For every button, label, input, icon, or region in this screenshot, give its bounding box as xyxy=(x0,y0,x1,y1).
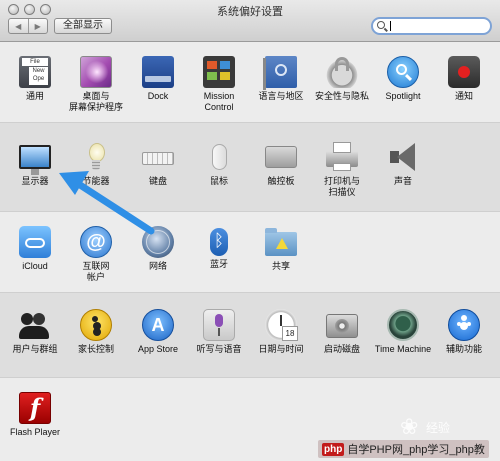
pref-label: App Store xyxy=(137,344,179,354)
system-preferences-window: 系统偏好设置 ◀ ▶ 全部显示 通用 桌面与 屏幕保护程序 Dock Missi… xyxy=(0,0,500,461)
general-icon xyxy=(19,56,51,88)
dictation-speech-icon xyxy=(203,309,235,341)
pref-notifications[interactable]: 通知 xyxy=(431,56,497,102)
footer-text: 自学PHP网_php学习_php教 xyxy=(347,444,485,456)
pref-flash-player[interactable]: Flash Player xyxy=(2,392,68,438)
footer-badge: php 自学PHP网_php学习_php教 xyxy=(318,440,489,458)
pref-label: 打印机与 扫描仪 xyxy=(323,176,360,197)
pref-label: 安全性与隐私 xyxy=(314,91,369,101)
displays-icon xyxy=(19,145,51,175)
pref-label: 触控板 xyxy=(267,176,295,186)
pref-label: 家长控制 xyxy=(77,344,114,354)
pref-mission-control[interactable]: Mission Control xyxy=(186,56,252,113)
mission-control-icon xyxy=(203,56,235,88)
printers-scanners-icon xyxy=(326,142,358,171)
pref-mouse[interactable]: 鼠标 xyxy=(186,141,252,187)
pref-parental-controls[interactable]: 家长控制 xyxy=(63,309,129,355)
pref-desktop-screensaver[interactable]: 桌面与 屏幕保护程序 xyxy=(63,56,129,113)
pref-label: 通知 xyxy=(454,91,473,101)
time-machine-icon xyxy=(387,309,419,341)
pref-dictation-speech[interactable]: 听写与语音 xyxy=(186,309,252,355)
startup-disk-icon xyxy=(326,314,358,338)
date-time-icon xyxy=(265,309,298,341)
pref-printers-scanners[interactable]: 打印机与 扫描仪 xyxy=(309,141,375,198)
accessibility-icon xyxy=(448,309,480,341)
notifications-icon xyxy=(448,56,480,88)
pref-label: 互联网 帐户 xyxy=(82,261,110,282)
search-icon xyxy=(377,21,385,29)
pref-time-machine[interactable]: Time Machine xyxy=(370,309,436,355)
pref-label: Time Machine xyxy=(374,344,432,354)
pref-label: 蓝牙 xyxy=(209,259,228,269)
mouse-icon xyxy=(211,144,227,170)
text-caret xyxy=(390,21,391,31)
users-groups-icon xyxy=(19,309,51,341)
watermark-text: 经验 xyxy=(426,421,451,435)
pref-security-privacy[interactable]: 安全性与隐私 xyxy=(309,56,375,102)
pref-users-groups[interactable]: 用户与群组 xyxy=(2,309,68,355)
pref-trackpad[interactable]: 触控板 xyxy=(248,141,314,187)
pref-label: Mission Control xyxy=(203,91,235,112)
flash-player-icon xyxy=(19,392,51,424)
pref-label: 桌面与 屏幕保护程序 xyxy=(68,91,123,112)
pref-label: Dock xyxy=(147,91,169,101)
section-personal: 通用 桌面与 屏幕保护程序 Dock Mission Control 语言与地区… xyxy=(0,42,500,122)
pref-label: 声音 xyxy=(393,176,412,186)
pref-label: 语言与地区 xyxy=(258,91,304,101)
icloud-icon xyxy=(19,226,51,258)
pref-label: 用户与群组 xyxy=(12,344,58,354)
back-button[interactable]: ◀ xyxy=(9,19,28,33)
sharing-icon xyxy=(265,228,297,256)
pref-label: 日期与时间 xyxy=(258,344,304,354)
pref-dock[interactable]: Dock xyxy=(125,56,191,102)
pref-label: 网络 xyxy=(148,261,167,271)
pref-sound[interactable]: 声音 xyxy=(370,141,436,187)
dock-icon xyxy=(142,56,174,88)
php-logo: php xyxy=(322,442,345,456)
title-bar: 系统偏好设置 ◀ ▶ 全部显示 xyxy=(0,0,500,42)
pref-accessibility[interactable]: 辅助功能 xyxy=(431,309,497,355)
pref-label: 辅助功能 xyxy=(445,344,482,354)
pref-label: 通用 xyxy=(25,91,44,101)
trackpad-icon xyxy=(265,146,297,168)
search-input[interactable] xyxy=(371,17,492,35)
pref-label: Spotlight xyxy=(385,91,421,101)
sound-icon xyxy=(387,141,419,173)
pref-label: 听写与语音 xyxy=(196,344,242,354)
section-system: 用户与群组 家长控制 App Store 听写与语音 日期与时间 启动磁盘 Ti… xyxy=(0,292,500,378)
app-store-icon xyxy=(142,309,174,341)
security-privacy-icon xyxy=(326,56,358,88)
desktop-screensaver-icon xyxy=(80,56,112,88)
pref-language-region[interactable]: 语言与地区 xyxy=(248,56,314,102)
pref-label: 启动磁盘 xyxy=(323,344,360,354)
show-all-button[interactable]: 全部显示 xyxy=(54,18,112,34)
forward-button[interactable]: ▶ xyxy=(27,19,48,33)
pref-spotlight[interactable]: Spotlight xyxy=(370,56,436,102)
pref-date-time[interactable]: 日期与时间 xyxy=(248,309,314,355)
keyboard-icon xyxy=(142,152,174,165)
parental-controls-icon xyxy=(80,309,112,341)
watermark: ❀ 经验 xyxy=(400,410,495,440)
pref-bluetooth[interactable]: 蓝牙 xyxy=(186,226,252,270)
pref-label: Flash Player xyxy=(9,427,61,437)
nav-buttons: ◀ ▶ xyxy=(8,18,48,34)
pref-label: 鼠标 xyxy=(209,176,228,186)
bluetooth-icon xyxy=(210,228,228,256)
language-region-icon xyxy=(263,56,297,90)
pref-startup-disk[interactable]: 启动磁盘 xyxy=(309,309,375,355)
paw-icon: ❀ xyxy=(400,414,419,439)
annotation-arrow xyxy=(59,171,155,235)
pref-label: iCloud xyxy=(22,261,48,271)
pref-label: 共享 xyxy=(271,261,290,271)
pref-sharing[interactable]: 共享 xyxy=(248,226,314,272)
spotlight-icon xyxy=(387,56,419,88)
pref-general[interactable]: 通用 xyxy=(2,56,68,102)
pref-app-store[interactable]: App Store xyxy=(125,309,191,355)
